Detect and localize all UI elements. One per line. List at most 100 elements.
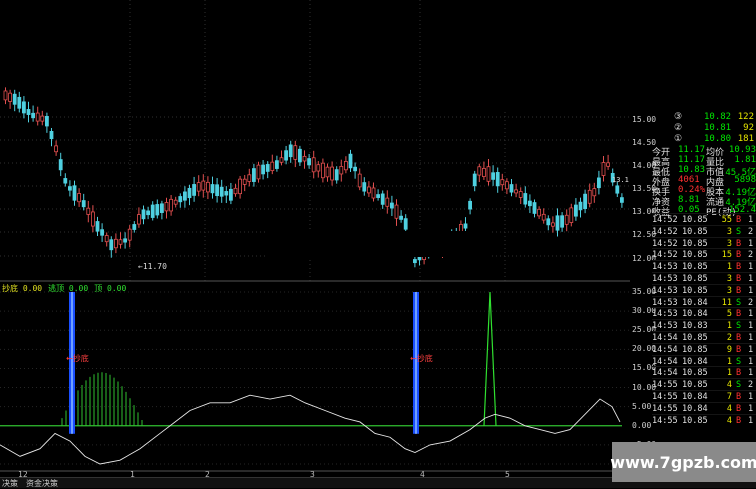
buy-signal-bar-highlight (415, 292, 417, 434)
candle-body (597, 177, 601, 189)
candle-body (353, 166, 358, 172)
candle-body (21, 101, 26, 114)
tick-row[interactable]: 14:53 10.83 1 S 1 (652, 319, 756, 332)
candle-body (293, 145, 298, 160)
candle-body (132, 224, 137, 230)
candle-body (348, 153, 353, 169)
candle-body (49, 130, 54, 140)
candle-body (159, 203, 164, 213)
tick-row[interactable]: 14:54 10.85 1 B 1 (652, 366, 756, 379)
candle-body (182, 191, 187, 201)
candle-body (574, 204, 578, 217)
candle-body (35, 112, 40, 122)
candle-body (491, 172, 496, 180)
tick-row[interactable]: 14:55 10.85 4 S 2 (652, 378, 756, 391)
candle-body (242, 178, 247, 185)
candle-body (606, 162, 610, 167)
candle-body (54, 145, 58, 153)
candle-body (541, 213, 546, 221)
buy-signal-bar-highlight (71, 292, 73, 434)
tick-row[interactable]: 14:53 10.85 1 B 1 (652, 260, 756, 273)
candle-body (546, 218, 551, 226)
candle-body (325, 166, 330, 178)
candle-body (228, 188, 233, 201)
tick-row[interactable]: 14:53 10.85 3 B 1 (652, 283, 756, 297)
signal-label: ←抄底 (410, 353, 433, 363)
peak-spike (483, 291, 497, 426)
candle-body (109, 239, 114, 251)
candle-body (169, 198, 174, 212)
candle-body (412, 259, 417, 264)
candle-body (58, 159, 63, 171)
candle-body (302, 155, 307, 162)
indicator-legend: 抄底 0.00 逃顶 0.00 顶 0.00 (2, 283, 132, 294)
tick-row[interactable]: 14:52 10.85 3 B 1 (652, 236, 756, 250)
candle-body (362, 182, 367, 192)
candle-body (399, 215, 404, 220)
redacted-area (265, 231, 491, 257)
candle-body (141, 209, 146, 220)
candle-body (569, 207, 574, 223)
candle-body (247, 174, 252, 182)
candle-body (164, 202, 169, 212)
candle-body (196, 182, 201, 192)
candle-body (284, 150, 289, 161)
tick-row[interactable]: 14:55 10.85 4 B 1 (652, 413, 756, 427)
candle-body (274, 160, 279, 169)
candle-body (31, 112, 36, 119)
candle-body (261, 164, 266, 175)
tick-row[interactable]: 14:52 10.85 3 S 2 (652, 224, 756, 238)
candle-body (279, 157, 284, 163)
indicator-tick-label: 5.00 (632, 401, 652, 411)
order-book-row: ③ 10.82 122 (674, 112, 754, 122)
candle-body (123, 238, 127, 243)
candle-body (86, 207, 91, 215)
low-price-label: ←11.70 (138, 262, 167, 271)
candle-body (288, 144, 293, 158)
candle-body (3, 90, 8, 101)
tick-row[interactable]: 14:53 10.84 11 S 2 (652, 295, 756, 309)
candle-body (205, 181, 210, 193)
candle-body (192, 184, 197, 196)
tick-row[interactable]: 14:53 10.84 5 B 1 (652, 307, 756, 320)
candle-body (219, 186, 224, 197)
tick-row[interactable]: 14:53 10.85 3 B 1 (652, 272, 756, 285)
candle-body (173, 199, 178, 205)
price-axis: 15.00 14.50 14.00 13.50 13.00 12.50 12.00 (630, 110, 656, 280)
candle-body (343, 161, 348, 171)
candle-body (100, 229, 104, 236)
candle-body (136, 214, 141, 225)
signal-label: ←抄底 (66, 353, 89, 363)
candle-body (8, 92, 13, 102)
tick-row[interactable]: 14:54 10.85 2 B 1 (652, 331, 756, 344)
candle-body (592, 188, 597, 197)
candle-body (224, 191, 229, 196)
candle-body (265, 164, 270, 172)
candle-body (297, 148, 302, 163)
candle-body (12, 93, 17, 105)
candle-body (215, 184, 220, 197)
candle-body (127, 228, 132, 241)
candle-body (45, 116, 49, 127)
candle-body (104, 235, 109, 243)
candle-body (26, 109, 31, 115)
candle-body (210, 184, 215, 194)
candle-body (251, 168, 256, 182)
tick-row[interactable]: 14:52 10.85 15 B 2 (652, 248, 756, 261)
tick-row[interactable]: 14:55 10.84 4 B 1 (652, 401, 756, 415)
candle-body (201, 180, 206, 191)
indicator-chart[interactable]: ←抄底 ←抄底 (0, 282, 630, 472)
tick-row[interactable]: 14:55 10.84 7 B 1 (652, 390, 756, 403)
candle-body (472, 173, 477, 187)
candle-body (376, 194, 381, 198)
candle-body (307, 158, 312, 166)
candle-body (551, 222, 555, 227)
candle-body (528, 200, 532, 207)
candle-body (380, 193, 385, 205)
candle-body (504, 181, 509, 190)
tick-row[interactable]: 14:54 10.84 1 S 1 (652, 354, 756, 368)
tick-row[interactable]: 14:54 10.85 9 B 1 (652, 342, 756, 356)
candle-body (63, 178, 68, 184)
candle-body (256, 164, 261, 180)
tick-row[interactable]: 14:52 10.85 55 B 1 (652, 213, 756, 226)
